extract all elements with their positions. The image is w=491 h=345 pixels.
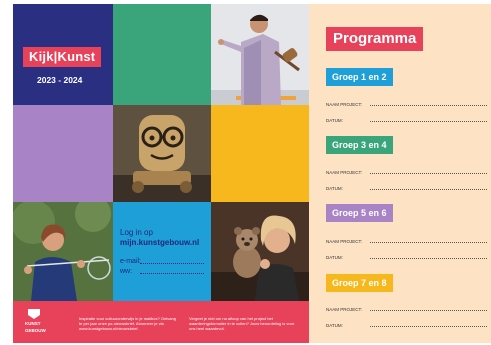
school-year: 2023 - 2024 — [37, 75, 83, 85]
group-7-8-date-field[interactable]: DATUM: — [326, 323, 487, 328]
password-line: ww: — [120, 268, 204, 275]
login-title: Log in op — [120, 228, 153, 237]
yellow-tile — [211, 105, 309, 202]
date-fill-line — [370, 258, 487, 259]
group-5-6-project-field[interactable]: NAAM PROJECT: — [326, 239, 487, 244]
group-7-8-project-field[interactable]: NAAM PROJECT: — [326, 307, 487, 312]
photo-wooden-puppet — [113, 105, 211, 202]
login-tile: Log in op mijn.kunstgebouw.nl e-mail: ww… — [113, 202, 211, 301]
group-5-6-label: Groep 5 en 6 — [326, 204, 393, 222]
email-line: e-mail: — [120, 258, 204, 265]
project-label: NAAM PROJECT: — [326, 239, 363, 244]
group-1-2-date-field[interactable]: DATUM: — [326, 118, 487, 123]
project-label: NAAM PROJECT: — [326, 170, 363, 175]
date-fill-line — [370, 121, 487, 122]
email-label: e-mail: — [120, 258, 142, 265]
cover-tile: Kijk|Kunst 2023 - 2024 — [13, 4, 113, 105]
date-label: DATUM: — [326, 186, 343, 191]
project-label: NAAM PROJECT: — [326, 102, 363, 107]
logo-word-2: GEBOUW — [25, 328, 46, 333]
project-label: NAAM PROJECT: — [326, 307, 363, 312]
group-3-4-label: Groep 3 en 4 — [326, 136, 393, 154]
login-url[interactable]: mijn.kunstgebouw.nl — [120, 238, 199, 248]
date-label: DATUM: — [326, 323, 343, 328]
feedback-text: Vergeet je niet om na afloop van het pro… — [189, 316, 295, 331]
purple-tile — [13, 105, 113, 202]
group-1-2-project-field[interactable]: NAAM PROJECT: — [326, 102, 487, 107]
programme-poster: Kijk|Kunst 2023 - 2024 Log in op mijn.ku… — [0, 0, 491, 345]
group-1-2-label: Groep 1 en 2 — [326, 68, 393, 86]
project-fill-line — [370, 242, 487, 243]
group-3-4-project-field[interactable]: NAAM PROJECT: — [326, 170, 487, 175]
date-fill-line — [370, 326, 487, 327]
date-label: DATUM: — [326, 255, 343, 260]
green-tile — [113, 4, 211, 105]
group-5-6-date-field[interactable]: DATUM: — [326, 255, 487, 260]
logo-word-1: KUNST — [25, 321, 41, 326]
photo-performer-broom — [211, 4, 309, 105]
programme-panel: Programma Groep 1 en 2 NAAM PROJECT: DAT… — [309, 4, 491, 343]
brand-title: Kijk|Kunst — [23, 47, 102, 67]
group-7-8-label: Groep 7 en 8 — [326, 274, 393, 292]
date-label: DATUM: — [326, 118, 343, 123]
photo-bubble-performer — [13, 202, 113, 301]
group-3-4-date-field[interactable]: DATUM: — [326, 186, 487, 191]
date-fill-line — [370, 189, 487, 190]
programme-title: Programma — [326, 27, 424, 51]
login-info: Log in op mijn.kunstgebouw.nl — [120, 228, 199, 248]
email-fill-line — [140, 263, 204, 264]
footer-band: KUNST GEBOUW Inspiratie voor cultuuronde… — [13, 301, 309, 343]
logo-shield-icon — [28, 309, 40, 319]
password-fill-line — [140, 273, 204, 274]
project-fill-line — [370, 105, 487, 106]
photo-performer-teddy — [211, 202, 309, 301]
kunstgebouw-logo: KUNST GEBOUW — [25, 309, 46, 333]
newsletter-text: Inspiratie voor cultuuronderwijs in je m… — [79, 316, 176, 331]
project-fill-line — [370, 173, 487, 174]
project-fill-line — [370, 310, 487, 311]
password-label: ww: — [120, 268, 133, 275]
